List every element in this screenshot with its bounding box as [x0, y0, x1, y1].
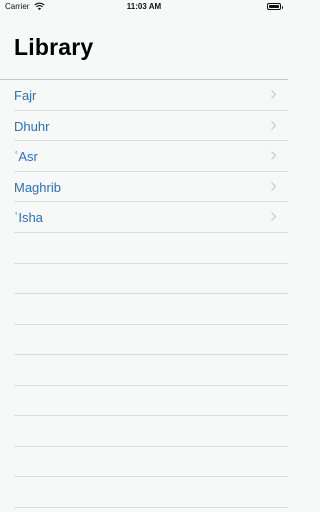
- chevron-right-icon: [271, 212, 276, 221]
- empty-row-separator: [14, 264, 288, 294]
- battery-nub: [281, 5, 283, 9]
- chevron-right-icon: [271, 120, 276, 130]
- empty-row-separator: [14, 447, 288, 477]
- empty-row-separator: [14, 477, 288, 508]
- chevron-right-icon: [271, 90, 276, 99]
- empty-row-separator: [14, 294, 288, 325]
- list-item-label: Fajr: [14, 88, 37, 103]
- empty-row-separator: [14, 233, 288, 264]
- status-bar: Carrier 11:03 AM: [0, 0, 288, 14]
- list-item-dhuhr[interactable]: Dhuhr: [14, 111, 288, 141]
- chevron-right-icon: [271, 181, 276, 191]
- battery-fill: [269, 5, 279, 8]
- list-item-maghrib[interactable]: Maghrib: [14, 172, 288, 202]
- battery-icon: [267, 3, 283, 10]
- list-item-label: Maghrib: [14, 179, 61, 195]
- chevron-right-icon: [271, 151, 276, 160]
- list-item-asr[interactable]: ʿAsr: [14, 141, 288, 172]
- empty-row-separator: [14, 325, 288, 355]
- list-item-isha[interactable]: ʿIsha: [14, 202, 288, 233]
- empty-row-separator: [14, 355, 288, 386]
- clock-time: 11:03 AM: [126, 2, 162, 11]
- empty-row-separator: [14, 386, 288, 416]
- list-item-label: Dhuhr: [14, 118, 50, 134]
- prayer-list: Fajr Dhuhr ʿAsr Maghrib ʿIsha: [0, 80, 288, 233]
- empty-row-separator: [14, 416, 288, 447]
- list-item-fajr[interactable]: Fajr: [14, 80, 288, 111]
- list-item-label: ʿAsr: [14, 149, 38, 164]
- list-item-label: ʿIsha: [14, 210, 43, 225]
- page-title: Library: [14, 34, 94, 60]
- empty-table-rows: [0, 233, 288, 508]
